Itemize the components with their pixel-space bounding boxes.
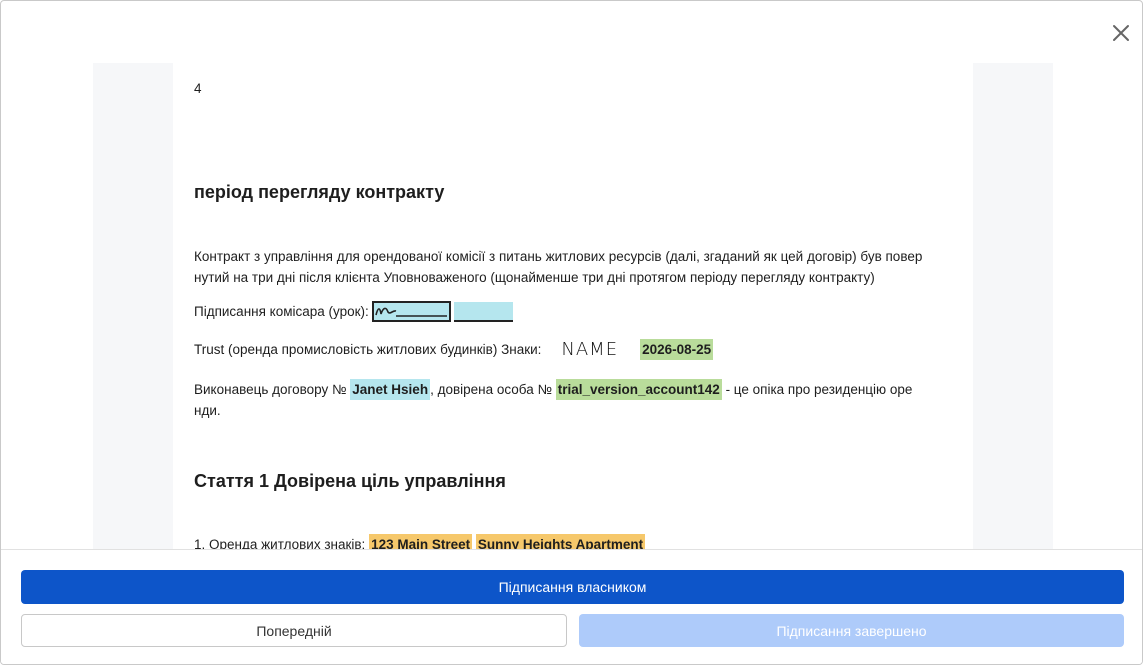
item-row: 1. Оренда житлових знаків: 123 Main Stre… — [194, 534, 646, 549]
page-number: 4 — [194, 81, 202, 96]
signature-field[interactable] — [371, 301, 451, 322]
signature-label: Підписання комісара (урок): — [194, 304, 369, 319]
document-viewer[interactable]: 4 період перегляду контракту Контракт з … — [93, 63, 1053, 549]
executor-prefix: Виконавець договору № — [194, 382, 347, 397]
executor-suffix-line2: нди. — [194, 403, 221, 418]
signing-completed-button: Підписання завершено — [579, 614, 1124, 647]
street-field[interactable]: 123 Main Street — [369, 534, 473, 549]
account-id-field[interactable]: trial_version_account142 — [555, 379, 722, 400]
paragraph-line: нутий на три дні після клієнта Уповноваж… — [194, 270, 875, 285]
section-title: період перегляду контракту — [194, 182, 445, 202]
close-icon[interactable] — [1109, 21, 1133, 45]
contract-paragraph: Контракт з управління для орендованої ко… — [194, 246, 922, 288]
sign-owner-button[interactable]: Підписання власником — [21, 570, 1124, 604]
item-label: 1. Оренда житлових знаків: — [194, 537, 366, 549]
document-page: 4 період перегляду контракту Контракт з … — [173, 63, 973, 549]
trust-date-field[interactable]: 2026-08-25 — [640, 339, 714, 360]
executor-middle: , довірена особа № — [430, 382, 552, 397]
executor-suffix: - це опіка про резиденцію оре — [725, 382, 913, 397]
name-stamp[interactable]: NAME — [561, 339, 618, 360]
modal-footer: Підписання власником Попередній Підписан… — [1, 549, 1142, 664]
signature-blank-field[interactable] — [453, 301, 513, 322]
previous-button[interactable]: Попередній — [21, 614, 567, 647]
article-title: Стаття 1 Довірена ціль управління — [194, 471, 506, 491]
signing-modal: 4 період перегляду контракту Контракт з … — [0, 0, 1143, 665]
executor-paragraph: Виконавець договору № Janet Hsieh , дові… — [194, 379, 912, 421]
signature-row: Підписання комісара (урок): — [194, 301, 513, 322]
trust-row: Trust (оренда промисловість житлових буд… — [194, 339, 714, 360]
trust-label: Trust (оренда промисловість житлових буд… — [194, 342, 542, 357]
apartment-field[interactable]: Sunny Heights Apartment — [475, 534, 646, 549]
paragraph-line: Контракт з управління для орендованої ко… — [194, 249, 923, 264]
executor-name-field[interactable]: Janet Hsieh — [350, 379, 431, 400]
